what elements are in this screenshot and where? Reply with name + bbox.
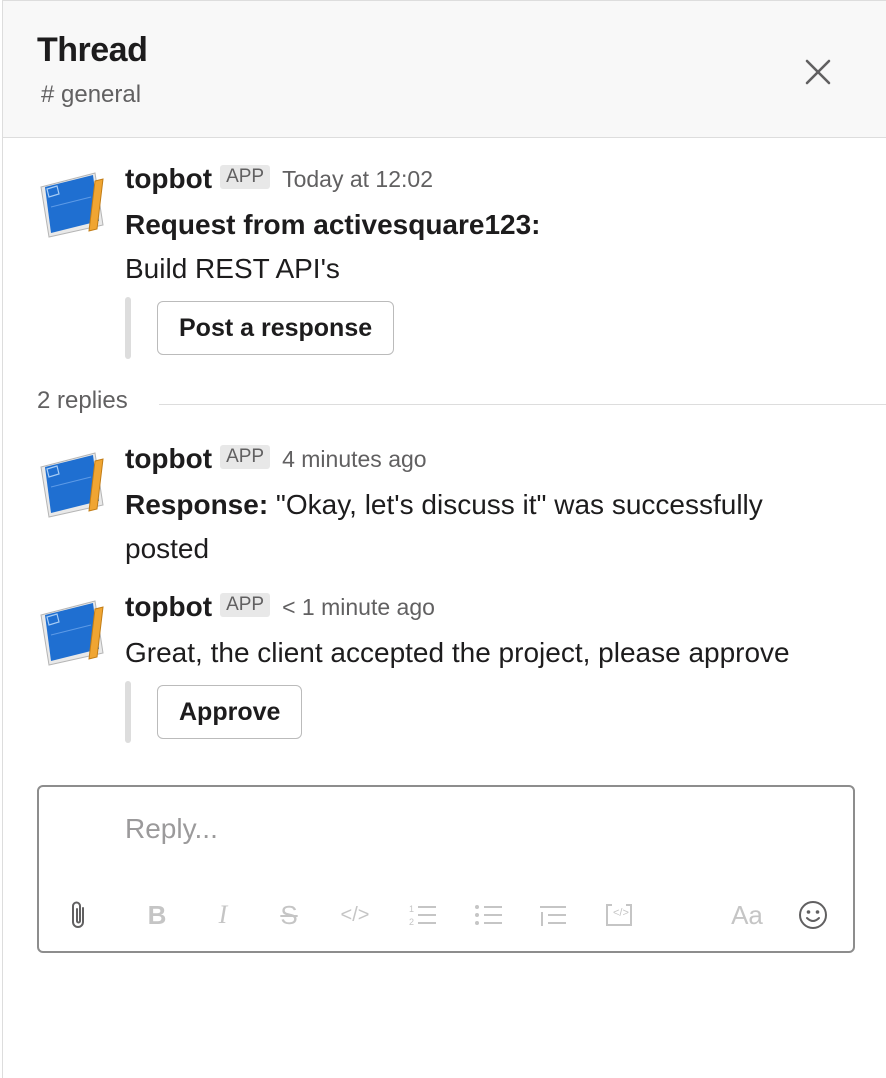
- attach-icon[interactable]: [61, 897, 97, 933]
- reply-message: topbot APP 4 minutes ago Response: "Okay, …: [3, 441, 886, 571]
- svg-text:2: 2: [409, 917, 414, 927]
- thread-header: Thread # general: [3, 1, 886, 138]
- reply-composer[interactable]: Reply... B I S </> 12 </> Aa: [37, 785, 855, 953]
- strikethrough-icon[interactable]: S: [271, 897, 307, 933]
- attachment-bar: [125, 681, 131, 743]
- bold-icon[interactable]: B: [139, 897, 175, 933]
- replies-count: 2 replies: [37, 387, 128, 414]
- app-badge: APP: [220, 165, 271, 189]
- message-body: Great, the client accepted the project, …: [125, 637, 790, 668]
- format-toggle[interactable]: Aa: [729, 897, 765, 933]
- numbered-list-icon[interactable]: 12: [405, 897, 441, 933]
- message-body: Build REST API's: [125, 253, 340, 284]
- message-meta: topbot APP 4 minutes ago: [125, 443, 427, 475]
- page-title: Thread: [37, 31, 148, 69]
- parent-message: topbot APP Today at 12:02 Request from act…: [3, 161, 886, 371]
- attachment-bar: [125, 297, 131, 359]
- code-block-icon[interactable]: </>: [601, 897, 637, 933]
- app-badge: APP: [220, 445, 271, 469]
- author-name[interactable]: topbot: [125, 163, 212, 194]
- author-name[interactable]: topbot: [125, 443, 212, 474]
- quote-icon[interactable]: [535, 897, 571, 933]
- message-body: Response: "Okay, let's discuss it" was s…: [125, 483, 805, 571]
- message-bold: Request from activesquare123:: [125, 209, 541, 240]
- reply-message: topbot APP < 1 minute ago Great, the clien…: [3, 589, 886, 749]
- post-response-button[interactable]: Post a response: [157, 301, 395, 355]
- approve-button[interactable]: Approve: [157, 685, 303, 739]
- emoji-icon[interactable]: [795, 897, 831, 933]
- thread-panel: Thread # general topbot APP Today at 12:02…: [2, 0, 886, 1078]
- code-icon[interactable]: </>: [337, 897, 373, 933]
- app-badge: APP: [220, 593, 271, 617]
- replies-divider: 2 replies: [37, 387, 886, 421]
- bot-avatar[interactable]: [37, 595, 109, 667]
- blueprint-icon: [40, 600, 104, 666]
- message-bold-line: Request from activesquare123:: [125, 203, 845, 247]
- reply-input[interactable]: Reply...: [125, 813, 218, 845]
- author-name[interactable]: topbot: [125, 591, 212, 622]
- svg-text:1: 1: [409, 904, 414, 914]
- blueprint-icon: [40, 452, 104, 518]
- bot-avatar[interactable]: [37, 167, 109, 239]
- message-meta: topbot APP < 1 minute ago: [125, 591, 435, 623]
- message-meta: topbot APP Today at 12:02: [125, 163, 433, 195]
- divider-line: [159, 404, 886, 405]
- message-bold: Response:: [125, 489, 269, 520]
- bot-avatar[interactable]: [37, 447, 109, 519]
- close-icon[interactable]: [803, 57, 833, 87]
- italic-icon[interactable]: I: [205, 897, 241, 933]
- timestamp[interactable]: < 1 minute ago: [282, 594, 435, 620]
- channel-link[interactable]: # general: [41, 81, 141, 109]
- bulleted-list-icon[interactable]: [471, 897, 507, 933]
- timestamp[interactable]: Today at 12:02: [282, 166, 433, 192]
- timestamp[interactable]: 4 minutes ago: [282, 446, 426, 472]
- svg-text:</>: </>: [613, 907, 629, 919]
- blueprint-icon: [40, 172, 104, 238]
